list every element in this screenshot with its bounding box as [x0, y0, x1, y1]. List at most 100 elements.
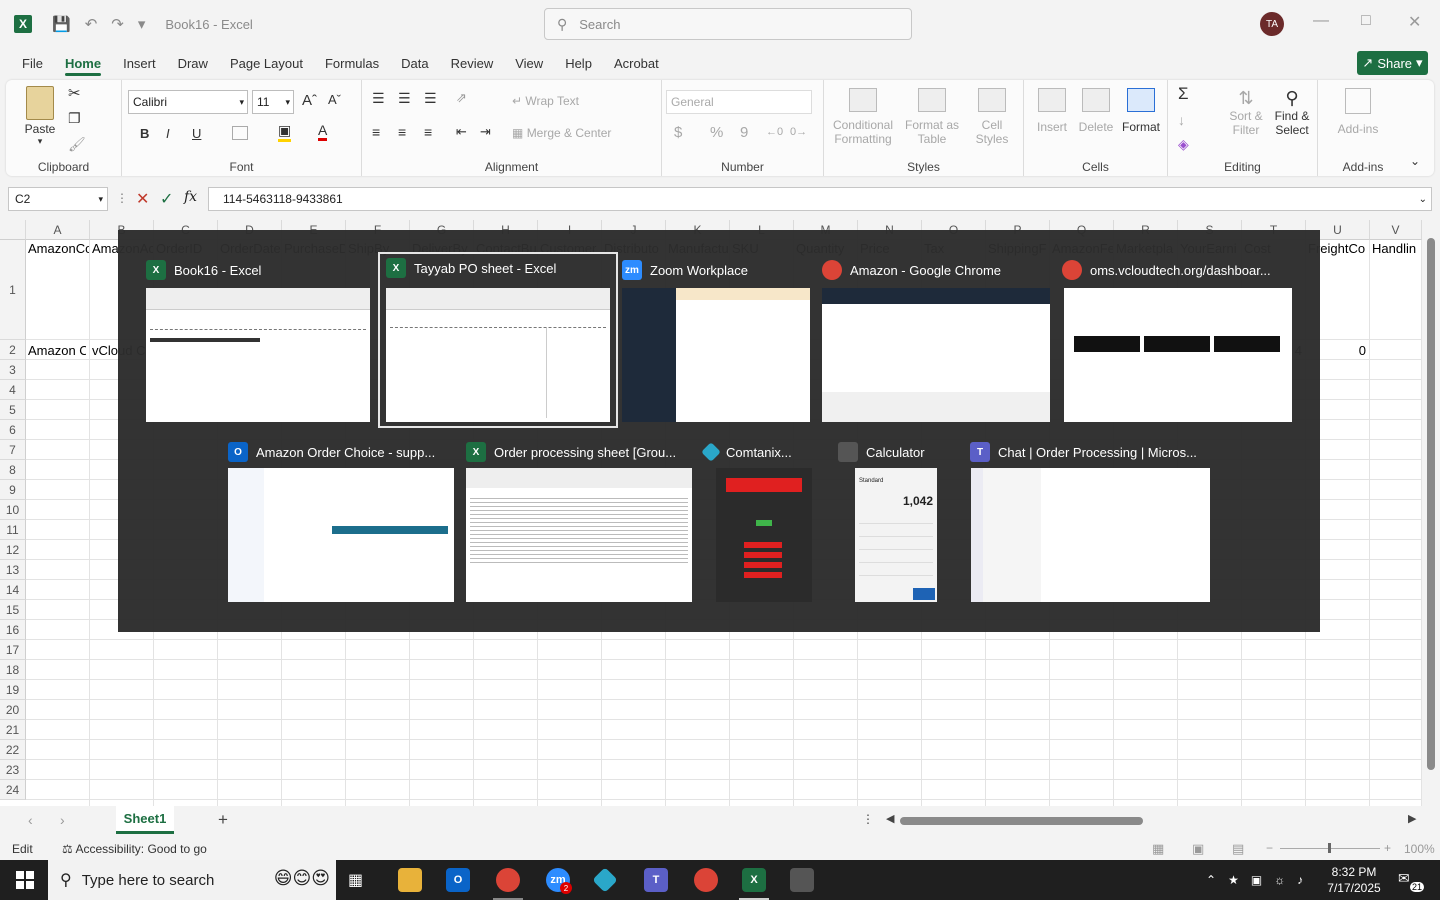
tab-review[interactable]: Review [440, 48, 505, 78]
align-right-icon[interactable]: ≡ [424, 124, 432, 140]
row-header[interactable]: 15 [0, 600, 26, 620]
vertical-scroll-thumb[interactable] [1427, 238, 1435, 770]
increase-font-icon[interactable]: Aˆ [302, 92, 317, 109]
file-explorer-icon[interactable] [398, 868, 422, 892]
add-sheet-button[interactable]: + [218, 810, 228, 830]
align-bottom-icon[interactable]: ☰ [424, 90, 437, 107]
horizontal-scroll-thumb[interactable] [900, 817, 1143, 825]
tab-data[interactable]: Data [390, 48, 439, 78]
zoom-in-icon[interactable]: + [1384, 841, 1391, 855]
tab-file[interactable]: File [11, 48, 54, 78]
scroll-left-icon[interactable]: ◀ [886, 812, 894, 825]
italic-button[interactable]: I [166, 126, 170, 141]
align-middle-icon[interactable]: ☰ [398, 90, 411, 107]
zoom-level[interactable]: 100% [1404, 842, 1435, 856]
column-header[interactable]: V [1370, 220, 1422, 240]
search-box[interactable]: ⚲ Search [544, 8, 912, 40]
sheet-tab-sheet1[interactable]: Sheet1 [116, 806, 174, 834]
table-header-cell[interactable]: AmazonCo [28, 241, 89, 256]
wrap-text-button[interactable]: ↵ Wrap Text [512, 94, 579, 108]
accessibility-status[interactable]: ⚖ Accessibility: Good to go [62, 842, 207, 856]
switcher-window-amazon-chrome[interactable]: Amazon - Google Chrome [822, 256, 1052, 424]
row-header[interactable]: 9 [0, 480, 26, 500]
user-avatar[interactable]: TA [1260, 12, 1284, 36]
addins-button[interactable]: Add-ins [1332, 88, 1384, 136]
row-header[interactable]: 13 [0, 560, 26, 580]
percent-button[interactable]: % [710, 124, 723, 141]
page-layout-view-icon[interactable]: ▣ [1192, 841, 1204, 857]
delete-cells-button[interactable]: Delete [1074, 88, 1118, 134]
copy-icon[interactable]: ❐ [68, 110, 81, 127]
comtanix-taskbar-icon[interactable] [592, 867, 618, 893]
taskbar-search[interactable]: ⚲ Type here to search 😄😊😍 [48, 860, 336, 900]
notifications-icon[interactable]: ✉ [1398, 870, 1410, 887]
row-header[interactable]: 3 [0, 360, 26, 380]
chrome-profile-taskbar-icon[interactable] [694, 868, 718, 892]
network-icon[interactable]: ☼ [1274, 873, 1285, 887]
more-options-icon[interactable]: ⋮ [116, 191, 128, 205]
tab-help[interactable]: Help [554, 48, 603, 78]
format-as-table-button[interactable]: Format as Table [902, 88, 962, 146]
cancel-icon[interactable]: ✕ [136, 189, 149, 209]
number-format-select[interactable]: General [666, 90, 812, 114]
volume-icon[interactable]: ♪ [1297, 873, 1303, 887]
row-header[interactable]: 8 [0, 460, 26, 480]
table-cell[interactable]: Amazon C [28, 343, 86, 358]
fill-color-icon[interactable]: ▣ [278, 122, 292, 142]
task-view-icon[interactable]: ▦ [348, 870, 363, 890]
row-header[interactable]: 6 [0, 420, 26, 440]
switcher-window-oms[interactable]: oms.vcloudtech.org/dashboar... [1062, 256, 1294, 424]
outlook-taskbar-icon[interactable]: O [446, 868, 470, 892]
decrease-font-icon[interactable]: Aˇ [328, 92, 341, 107]
merge-center-button[interactable]: ▦ Merge & Center [512, 126, 611, 140]
collapse-ribbon-icon[interactable]: ⌄ [1410, 154, 1420, 168]
fill-icon[interactable]: ↓ [1178, 112, 1185, 128]
bold-button[interactable]: B [140, 126, 149, 141]
borders-icon[interactable] [232, 126, 248, 140]
chrome-taskbar-icon[interactable] [496, 868, 520, 892]
row-header[interactable]: 2 [0, 340, 26, 360]
normal-view-icon[interactable]: ▦ [1152, 841, 1164, 857]
tray-app-icon[interactable]: ★ [1228, 873, 1239, 887]
align-center-icon[interactable]: ≡ [398, 124, 406, 140]
name-box[interactable]: C2 ▾ [8, 187, 108, 211]
page-break-view-icon[interactable]: ▤ [1232, 841, 1244, 857]
increase-indent-icon[interactable]: ⇥ [480, 124, 491, 140]
insert-cells-button[interactable]: Insert [1030, 88, 1074, 134]
row-header[interactable]: 12 [0, 540, 26, 560]
cell-styles-button[interactable]: Cell Styles [968, 88, 1016, 146]
row-header[interactable]: 10 [0, 500, 26, 520]
tab-acrobat[interactable]: Acrobat [603, 48, 670, 78]
scroll-right-icon[interactable]: ▶ [1408, 812, 1416, 825]
row-header[interactable]: 4 [0, 380, 26, 400]
calculator-taskbar-icon[interactable] [790, 868, 814, 892]
redo-icon[interactable]: ↷ [111, 15, 124, 33]
expand-formula-icon[interactable]: ⌄ [1419, 194, 1427, 205]
row-header[interactable]: 17 [0, 640, 26, 660]
row-header[interactable]: 20 [0, 700, 26, 720]
tab-formulas[interactable]: Formulas [314, 48, 390, 78]
tab-view[interactable]: View [504, 48, 554, 78]
row-header[interactable]: 14 [0, 580, 26, 600]
sort-filter-button[interactable]: ⇅ Sort & Filter [1226, 88, 1266, 137]
customize-qat-icon[interactable]: ▾ [138, 15, 146, 33]
switcher-window-teams-chat[interactable]: T Chat | Order Processing | Micros... [970, 438, 1212, 606]
comma-button[interactable]: 9 [740, 124, 748, 141]
enter-icon[interactable]: ✓ [160, 189, 173, 209]
decrease-decimal-icon[interactable]: 0→ [790, 126, 807, 138]
table-header-cell[interactable]: Handlin [1372, 241, 1421, 256]
select-all-corner[interactable] [0, 220, 26, 240]
autosum-icon[interactable]: Σ [1178, 84, 1189, 104]
switcher-window-comtanix[interactable]: Comtanix... [701, 438, 816, 606]
column-header[interactable]: A [26, 220, 90, 240]
row-header[interactable]: 1 [0, 240, 26, 340]
row-header[interactable]: 18 [0, 660, 26, 680]
format-painter-icon[interactable]: 🖌 [68, 136, 86, 153]
row-header[interactable]: 5 [0, 400, 26, 420]
zoom-out-icon[interactable]: − [1266, 841, 1273, 855]
maximize-icon[interactable]: □ [1361, 12, 1371, 30]
row-header[interactable]: 22 [0, 740, 26, 760]
chevron-up-icon[interactable]: ⌃ [1206, 873, 1216, 887]
orientation-icon[interactable]: ⇗ [456, 90, 467, 106]
row-header[interactable]: 16 [0, 620, 26, 640]
